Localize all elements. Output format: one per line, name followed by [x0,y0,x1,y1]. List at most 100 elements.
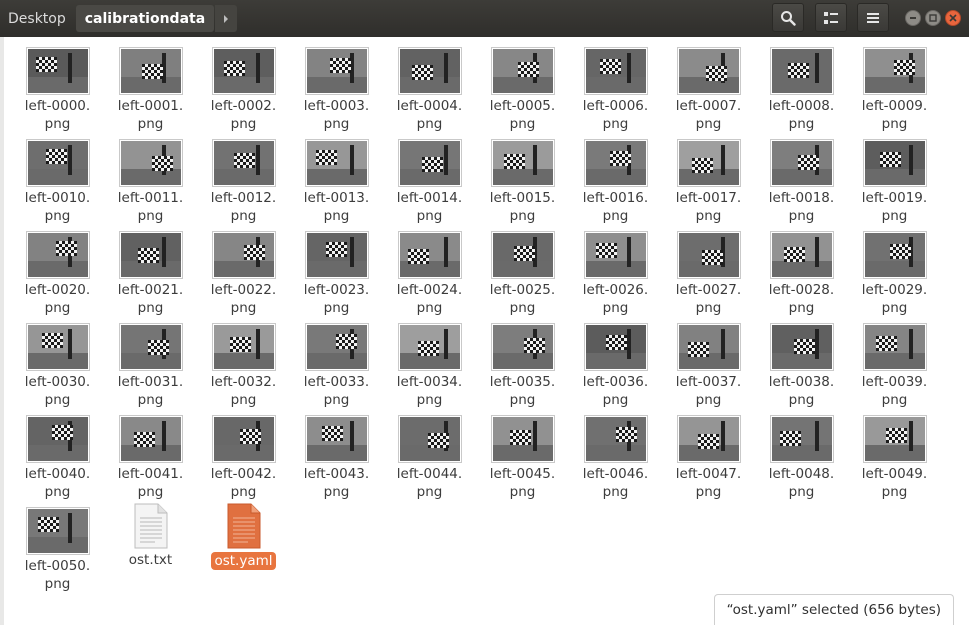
file-name: left-0011. [117,190,184,206]
image-file-item[interactable]: left-0019. png [848,129,941,225]
image-thumbnail [211,231,276,279]
image-thumbnail [25,415,90,463]
close-icon [949,14,957,22]
image-file-item[interactable]: left-0001. png [104,37,197,133]
image-file-item[interactable]: left-0036. png [569,313,662,409]
image-file-item[interactable]: left-0031. png [104,313,197,409]
image-file-item[interactable]: left-0045. png [476,405,569,501]
breadcrumb-calibrationdata[interactable]: calibrationdata [75,5,215,32]
image-thumbnail [118,47,183,95]
image-thumbnail [490,415,555,463]
image-file-item[interactable]: left-0041. png [104,405,197,501]
close-button[interactable] [945,10,961,26]
image-file-item[interactable]: left-0048. png [755,405,848,501]
image-thumbnail [397,323,462,371]
image-file-item[interactable]: left-0005. png [476,37,569,133]
image-file-item[interactable]: left-0034. png [383,313,476,409]
search-icon [781,10,796,26]
file-name: left-0029. [861,282,928,298]
image-file-item[interactable]: left-0023. png [290,221,383,317]
image-thumbnail [862,231,927,279]
file-name: left-0019. [861,190,928,206]
image-thumbnail [304,415,369,463]
checkerboard-photo-icon [399,49,460,93]
image-file-item[interactable]: left-0009. png [848,37,941,133]
maximize-button[interactable] [925,10,941,26]
view-options-button[interactable] [815,3,847,32]
file-name: left-0021. [117,282,184,298]
image-file-item[interactable]: left-0024. png [383,221,476,317]
image-thumbnail [211,323,276,371]
image-file-item[interactable]: left-0016. png [569,129,662,225]
image-file-item[interactable]: left-0010. png [11,129,104,225]
image-thumbnail [304,323,369,371]
image-file-item[interactable]: left-0025. png [476,221,569,317]
search-button[interactable] [772,3,804,32]
image-file-item[interactable]: left-0021. png [104,221,197,317]
checkerboard-photo-icon [771,141,832,185]
checkerboard-photo-icon [678,417,739,461]
minimize-button[interactable] [905,10,921,26]
image-file-item[interactable]: left-0008. png [755,37,848,133]
image-file-item[interactable]: left-0007. png [662,37,755,133]
image-file-item[interactable]: left-0014. png [383,129,476,225]
checkerboard-photo-icon [678,141,739,185]
image-file-item[interactable]: left-0029. png [848,221,941,317]
image-file-item[interactable]: left-0046. png [569,405,662,501]
checkerboard-photo-icon [306,233,367,277]
file-item-ost-yaml[interactable]: ost.yaml [197,496,290,570]
breadcrumb-desktop[interactable]: Desktop [0,5,75,32]
file-name: left-0022. [210,282,277,298]
image-file-item[interactable]: left-0050. png [11,497,104,593]
file-name: left-0012. [210,190,277,206]
image-file-item[interactable]: left-0011. png [104,129,197,225]
image-file-item[interactable]: left-0037. png [662,313,755,409]
image-thumbnail [211,415,276,463]
image-file-item[interactable]: left-0003. png [290,37,383,133]
checkerboard-photo-icon [27,417,88,461]
image-file-item[interactable]: left-0040. png [11,405,104,501]
image-file-item[interactable]: left-0012. png [197,129,290,225]
image-file-item[interactable]: left-0002. png [197,37,290,133]
file-item-ost-txt[interactable]: ost.txt [104,496,197,569]
image-thumbnail [397,231,462,279]
image-file-item[interactable]: left-0043. png [290,405,383,501]
image-thumbnail [862,139,927,187]
file-grid: left-0000. png left-0001. png left-0002. png l… [0,37,969,625]
image-file-item[interactable]: left-0033. png [290,313,383,409]
maximize-icon [929,14,937,22]
image-thumbnail [490,231,555,279]
image-file-item[interactable]: left-0013. png [290,129,383,225]
checkerboard-photo-icon [492,417,553,461]
file-name: left-0033. [303,374,370,390]
image-file-item[interactable]: left-0000. png [11,37,104,133]
image-file-item[interactable]: left-0017. png [662,129,755,225]
image-file-item[interactable]: left-0042. png [197,405,290,501]
image-file-item[interactable]: left-0004. png [383,37,476,133]
image-file-item[interactable]: left-0030. png [11,313,104,409]
image-file-item[interactable]: left-0020. png [11,221,104,317]
image-file-item[interactable]: left-0027. png [662,221,755,317]
file-extension: png [695,484,722,500]
image-file-item[interactable]: left-0022. png [197,221,290,317]
image-file-item[interactable]: left-0038. png [755,313,848,409]
image-file-item[interactable]: left-0044. png [383,405,476,501]
image-file-item[interactable]: left-0006. png [569,37,662,133]
breadcrumb-forward-button[interactable] [215,5,238,32]
image-thumbnail [583,323,648,371]
image-file-item[interactable]: left-0047. png [662,405,755,501]
menu-button[interactable] [857,3,889,32]
image-thumbnail [25,139,90,187]
file-name: left-0014. [396,190,463,206]
image-file-item[interactable]: left-0039. png [848,313,941,409]
image-file-item[interactable]: left-0015. png [476,129,569,225]
image-file-item[interactable]: left-0049. png [848,405,941,501]
image-file-item[interactable]: left-0026. png [569,221,662,317]
image-file-item[interactable]: left-0028. png [755,221,848,317]
image-file-item[interactable]: left-0035. png [476,313,569,409]
file-name: left-0043. [303,466,370,482]
image-file-item[interactable]: left-0018. png [755,129,848,225]
image-file-item[interactable]: left-0032. png [197,313,290,409]
image-thumbnail [25,323,90,371]
checkerboard-photo-icon [27,141,88,185]
